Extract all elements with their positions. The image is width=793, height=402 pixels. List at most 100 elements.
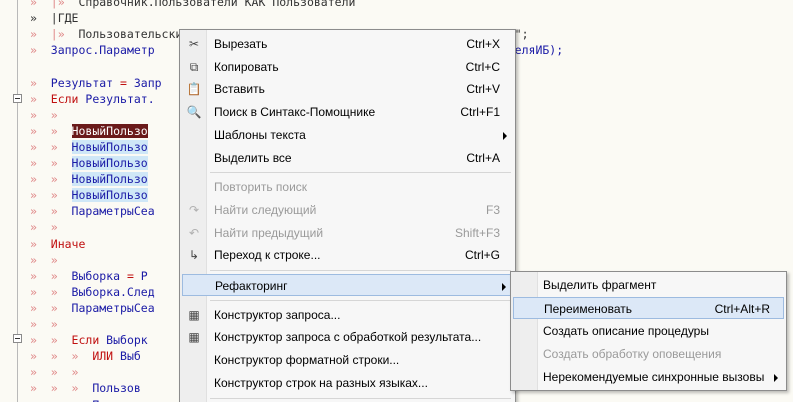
- find-next-icon: ↷: [188, 202, 200, 217]
- code-line: » » » Пользов: [30, 380, 141, 396]
- menu-item-label: Шаблоны текста: [214, 127, 306, 142]
- menu-item-label: Повторить поиск: [214, 180, 308, 195]
- menu-item-formatted-string-builder[interactable]: Конструктор форматной строки...: [182, 349, 513, 371]
- code-token: » »: [30, 317, 58, 331]
- code-token: =: [113, 75, 134, 90]
- menu-item-label: Создать обработку оповещения: [543, 347, 722, 361]
- submenu-item-create-procedure-description[interactable]: Создать описание процедуры: [513, 320, 784, 342]
- code-token: » »: [30, 172, 72, 187]
- code-token: Выборка: [71, 268, 121, 283]
- code-line: » |ГДЕ: [30, 10, 78, 26]
- code-token: НовыйПользо: [71, 123, 148, 138]
- menu-item-query-builder[interactable]: ▦ Конструктор запроса...: [182, 304, 513, 326]
- menu-item-label: Рефакторинг: [215, 279, 288, 293]
- syntax-helper-icon: 🔍: [186, 105, 202, 120]
- code-token: » »: [30, 252, 58, 267]
- submenu-item-rename[interactable]: Переименовать Ctrl+Alt+R: [513, 297, 784, 319]
- menu-item-query-builder-result[interactable]: ▦ Конструктор запроса с обработкой резуль…: [182, 326, 513, 348]
- code-line: » »: [30, 107, 58, 123]
- menu-item-label: Конструктор строк на разных языках...: [214, 375, 428, 390]
- menu-item-shortcut: Ctrl+Alt+R: [714, 302, 770, 316]
- code-token: » » »: [30, 349, 93, 364]
- code-token: НовыйПользо: [71, 172, 148, 187]
- code-token: Результат: [50, 75, 114, 90]
- menu-separator: [210, 397, 511, 399]
- fold-toggle-icon[interactable]: [13, 334, 22, 343]
- code-token: » » »: [30, 398, 92, 402]
- code-line: » » ПараметрыСеа: [30, 300, 155, 316]
- code-token: Пользов: [92, 381, 141, 396]
- fold-toggle-icon[interactable]: [13, 94, 22, 103]
- menu-item-label: Вставить: [214, 82, 265, 97]
- code-token: Справочник.Пользователи КАК Пользователи: [78, 0, 356, 9]
- menu-item-label: Конструктор форматной строки...: [214, 353, 400, 368]
- text-templates-icon: [186, 127, 202, 143]
- menu-item-go-to-line[interactable]: ↳ Переход к строке... Ctrl+G: [182, 244, 513, 266]
- refactoring-icon: [187, 278, 203, 294]
- menu-item-label: Выделить все: [214, 150, 292, 165]
- menu-item-syntax-helper[interactable]: 🔍 Поиск в Синтакс-Помощнике Ctrl+F1: [182, 101, 513, 123]
- menu-item-label: Переименовать: [544, 302, 632, 316]
- menu-item-label: Создать описание процедуры: [543, 324, 709, 338]
- submenu-arrow-icon: [503, 131, 507, 140]
- code-line: » » Выборка = Р: [30, 268, 148, 284]
- code-line: » »: [30, 219, 58, 235]
- menu-item-find-next: ↷ Найти следующий F3: [182, 199, 513, 221]
- code-token: Иначе: [50, 236, 86, 251]
- menu-item-shortcut: Ctrl+V: [466, 82, 500, 97]
- menu-item-label: Копировать: [214, 59, 279, 74]
- menu-item-shortcut: Ctrl+G: [464, 248, 500, 263]
- code-token: ПараметрыСеа: [71, 204, 155, 219]
- code-line: » Иначе: [30, 236, 85, 252]
- query-builder-result-icon: ▦: [188, 330, 200, 345]
- code-token: » |»: [30, 0, 79, 9]
- menu-item-shortcut: Ctrl+A: [466, 150, 500, 165]
- code-token: » »: [30, 333, 72, 348]
- code-token: ПараметрыСеа: [71, 300, 155, 315]
- menu-separator: [210, 299, 511, 301]
- context-menu: ✂ Вырезать Ctrl+X ⧉ Копировать Ctrl+C 📋 Вставит…: [179, 29, 516, 402]
- code-line: » Результат = Запр: [30, 75, 162, 91]
- go-to-line-icon: ↳: [188, 248, 200, 263]
- find-previous-icon: ↶: [188, 225, 200, 240]
- formatted-string-builder-icon: [186, 352, 202, 368]
- code-token: » » »: [30, 365, 79, 380]
- menu-item-multilang-string-builder[interactable]: Конструктор строк на разных языках...: [182, 372, 513, 394]
- menu-separator: [210, 270, 511, 271]
- code-token: » |»: [30, 27, 79, 42]
- menu-item-label: Переход к строке...: [214, 248, 321, 263]
- code-token: » »: [30, 300, 72, 315]
- code-token: » |ГДЕ: [30, 11, 79, 26]
- code-token: » »: [30, 156, 72, 170]
- submenu-item-create-notification-handler: Создать обработку оповещения: [513, 343, 784, 365]
- code-token: » »: [30, 107, 58, 122]
- menu-item-paste[interactable]: 📋 Вставить Ctrl+V: [182, 78, 513, 100]
- menu-item-label: Выделить фрагмент: [543, 278, 657, 292]
- menu-item-copy[interactable]: ⧉ Копировать Ctrl+C: [182, 56, 513, 78]
- submenu-item-select-fragment[interactable]: Выделить фрагмент: [513, 274, 784, 296]
- menu-item-label: Найти предыдущий: [214, 225, 324, 240]
- code-token: НовыйПользо: [71, 188, 148, 203]
- menu-item-refactoring[interactable]: Рефакторинг: [182, 274, 513, 296]
- menu-item-select-all[interactable]: Выделить все Ctrl+A: [182, 147, 513, 169]
- code-line: » » » ИЛИ Выб: [30, 348, 141, 364]
- menu-item-cut[interactable]: ✂ Вырезать Ctrl+X: [182, 33, 513, 55]
- submenu-item-non-recommended-sync-calls[interactable]: Нерекомендуемые синхронные вызовы: [513, 366, 784, 388]
- code-token: » »: [30, 204, 72, 219]
- menu-item-shortcut: Ctrl+F1: [460, 105, 500, 120]
- menu-separator: [210, 172, 511, 174]
- code-token: » »: [30, 188, 72, 203]
- code-token: »: [30, 75, 51, 90]
- menu-item-shortcut: Shift+F3: [454, 225, 500, 240]
- code-token: НовыйПользо: [71, 139, 148, 154]
- code-token: Запрос.Параметр: [50, 43, 155, 58]
- repeat-search-icon: [186, 179, 202, 195]
- code-token: Выб: [113, 349, 141, 364]
- menu-item-text-templates[interactable]: Шаблоны текста: [182, 124, 513, 146]
- menu-item-find-previous: ↶ Найти предыдущий Shift+F3: [182, 222, 513, 244]
- code-token: »: [30, 43, 51, 58]
- code-token: Пользовательские: [78, 27, 190, 42]
- menu-item-label: Конструктор запроса с обработкой результ…: [214, 330, 482, 345]
- code-line: » » » Пользов: [30, 397, 141, 402]
- code-line: » »: [30, 252, 58, 268]
